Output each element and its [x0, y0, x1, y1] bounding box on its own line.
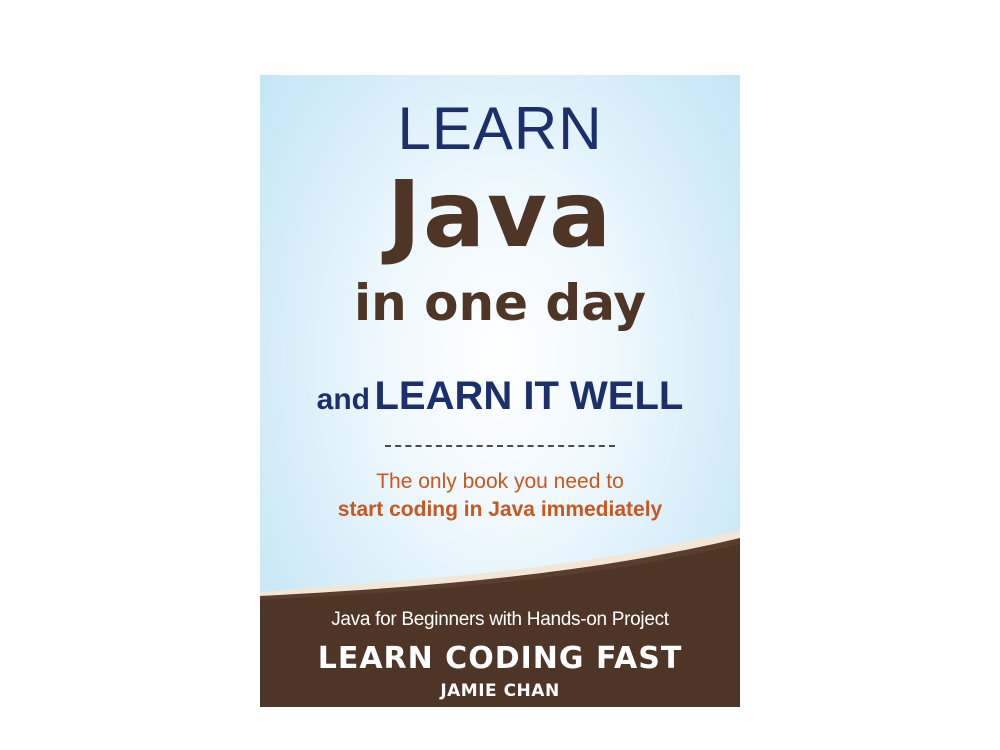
dashed-divider	[385, 445, 615, 447]
book-cover: LEARN Java in one day and LEARN IT WELL …	[260, 75, 740, 707]
series-name: LEARN CODING FAST	[317, 641, 683, 676]
title-learn: LEARN	[397, 95, 603, 162]
tagline-line-1: The only book you need to	[376, 470, 624, 493]
title-in-one-day: in one day	[354, 274, 646, 332]
title-and: and	[316, 383, 371, 416]
cover-subtitle: Java for Beginners with Hands-on Project	[331, 609, 669, 630]
tagline-line-2: start coding in Java immediately	[337, 498, 663, 521]
title-learn-it-well: and LEARN IT WELL	[260, 371, 740, 430]
author-name: JAMIE CHAN	[440, 681, 560, 701]
title-java: Java	[386, 161, 614, 268]
title-well: LEARN IT WELL	[374, 374, 684, 418]
